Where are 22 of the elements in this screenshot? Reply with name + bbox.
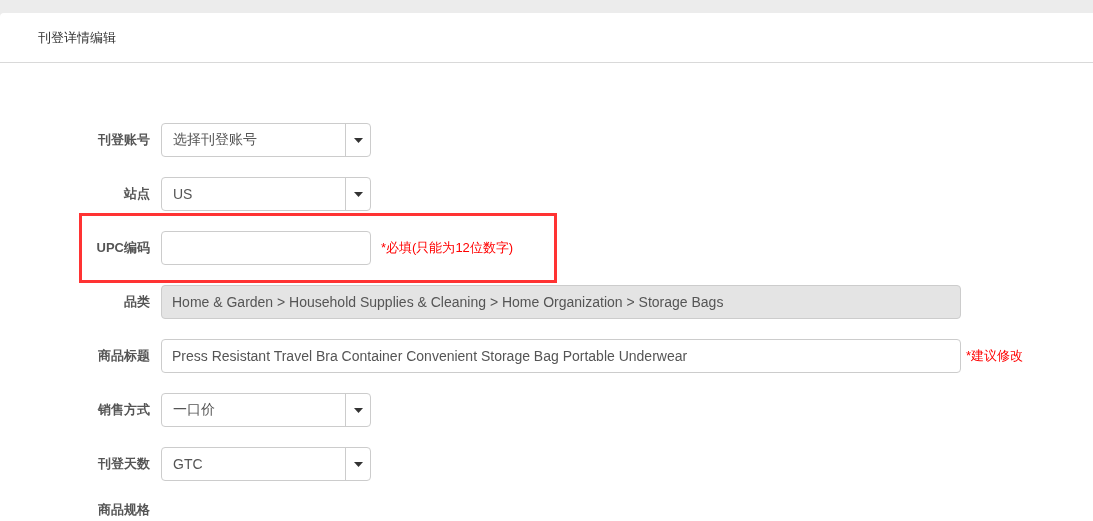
caret-icon bbox=[353, 191, 363, 197]
field-label: 销售方式 bbox=[96, 401, 150, 419]
caret-icon bbox=[353, 461, 363, 467]
input-field[interactable]: Press Resistant Travel Bra Container Convenient Storage Bag Portable Underwear bbox=[161, 339, 961, 373]
field-label: 刊登账号 bbox=[97, 131, 150, 149]
input-field[interactable] bbox=[161, 231, 371, 265]
select-field[interactable]: 一口价 bbox=[161, 393, 371, 427]
field-label: 站点 bbox=[123, 185, 150, 203]
hint-text: *建议修改 bbox=[966, 347, 1024, 365]
select-field[interactable]: 选择刊登账号 bbox=[161, 123, 371, 157]
field-label: UPC编码 bbox=[95, 239, 150, 257]
field-label: 刊登天数 bbox=[97, 455, 150, 473]
panel-title: 刊登详情编辑 bbox=[38, 28, 116, 47]
select-field[interactable]: GTC bbox=[161, 447, 371, 481]
select-field[interactable]: US bbox=[161, 177, 371, 211]
field-label: 品类 bbox=[123, 293, 150, 311]
caret-icon bbox=[353, 137, 363, 143]
field-label: 商品标题 bbox=[97, 347, 150, 365]
category-field: Home & Garden > Household Supplies & Cleaning > Home Organization > Storage Bags bbox=[161, 285, 961, 319]
hint-text: *必填(只能为12位数字) bbox=[381, 239, 514, 257]
field-label: 商品规格 bbox=[97, 501, 150, 519]
caret-icon bbox=[353, 407, 363, 413]
